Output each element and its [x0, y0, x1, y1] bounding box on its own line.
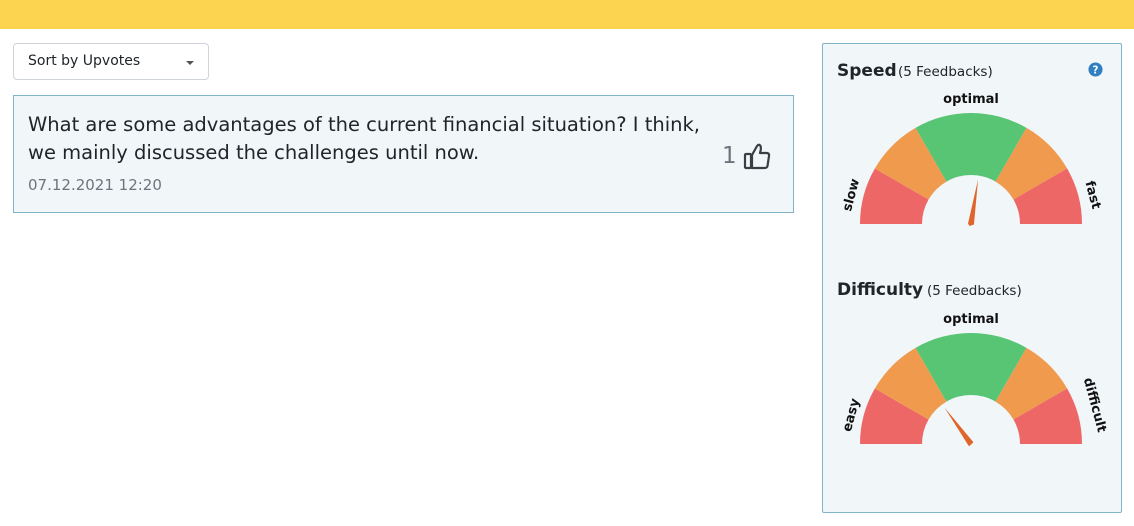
speed-label-fast: fast [1081, 179, 1103, 210]
gauge-needle [944, 407, 974, 446]
speed-label-slow: slow [840, 177, 863, 213]
question-text: What are some advantages of the current … [28, 113, 700, 164]
difficulty-feedback-count: (5 Feedbacks) [927, 283, 1022, 299]
difficulty-label-easy: easy [840, 396, 863, 433]
question-card: What are some advantages of the current … [13, 95, 794, 213]
speed-title: Speed [837, 61, 897, 81]
thumbs-up-icon [743, 143, 770, 170]
top-header-bar [0, 0, 1134, 29]
question-timestamp: 07.12.2021 12:20 [28, 176, 162, 194]
speed-feedback-count: (5 Feedbacks) [898, 64, 993, 80]
svg-text:?: ? [1093, 64, 1099, 76]
sort-dropdown[interactable]: Sort by Upvotes [13, 43, 209, 80]
upvote-button[interactable]: 1 [722, 139, 771, 173]
feedback-panel: ? Speed (5 Feedbacks) optimal slow fast … [822, 43, 1122, 513]
gauge-needle [968, 179, 979, 226]
sort-dropdown-label: Sort by Upvotes [28, 53, 141, 69]
question-circle-icon[interactable]: ? [1088, 62, 1103, 77]
speed-gauge: optimal slow fast [840, 92, 1103, 226]
difficulty-label-optimal: optimal [943, 312, 999, 327]
caret-down-icon [186, 61, 194, 65]
difficulty-gauge: optimal easy difficult [840, 312, 1109, 446]
upvote-count: 1 [722, 143, 737, 169]
difficulty-title: Difficulty [837, 280, 924, 300]
speed-label-optimal: optimal [943, 92, 999, 107]
difficulty-label-difficult: difficult [1080, 376, 1109, 434]
